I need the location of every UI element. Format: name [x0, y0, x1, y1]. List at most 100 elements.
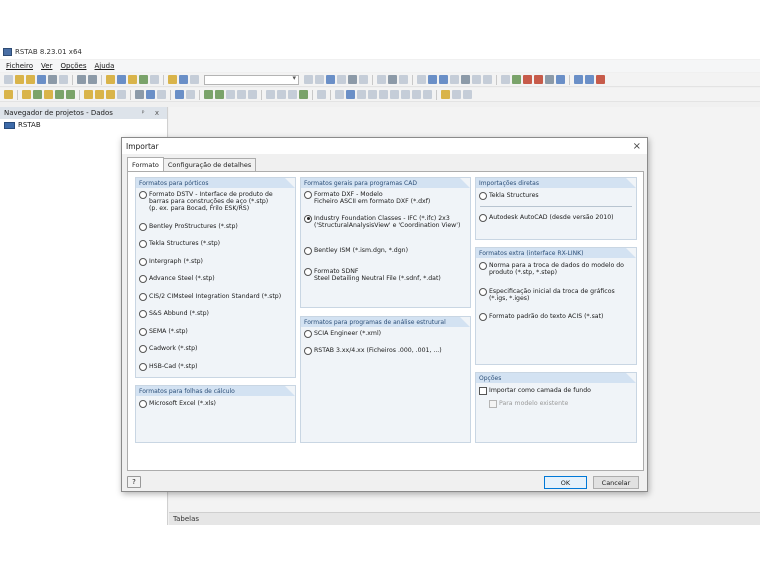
- axis-z-icon[interactable]: [379, 90, 388, 99]
- radio-ifc[interactable]: Industry Foundation Classes - IFC (*.ifc…: [304, 214, 467, 229]
- radio-button[interactable]: [139, 327, 147, 336]
- zoom-icon[interactable]: [117, 75, 126, 84]
- menu-ver[interactable]: Ver: [41, 62, 52, 70]
- radio-button[interactable]: [479, 191, 487, 200]
- close-model-icon[interactable]: [534, 75, 543, 84]
- support-icon[interactable]: [461, 75, 470, 84]
- pencil-icon[interactable]: [106, 75, 115, 84]
- view-z-icon[interactable]: [346, 90, 355, 99]
- results-toggle-icon[interactable]: [299, 90, 308, 99]
- radio-button[interactable]: [139, 257, 147, 266]
- radio-dxf[interactable]: Formato DXF - Modelo Ficheiro ASCII em f…: [304, 190, 467, 205]
- radio-step[interactable]: Norma para a troca de dados do modelo do…: [479, 261, 633, 276]
- ok-button[interactable]: OK: [544, 476, 587, 489]
- radio-button[interactable]: [139, 292, 147, 301]
- radio-button[interactable]: [139, 274, 147, 283]
- radio-button[interactable]: [479, 312, 487, 321]
- delete-icon[interactable]: [523, 75, 532, 84]
- radio-button[interactable]: [139, 344, 147, 353]
- cable-icon[interactable]: [55, 90, 64, 99]
- copy-icon[interactable]: [150, 75, 159, 84]
- import-icon[interactable]: [585, 75, 594, 84]
- frame-icon[interactable]: [146, 90, 155, 99]
- edit-icon[interactable]: [157, 90, 166, 99]
- radio-button[interactable]: [139, 309, 147, 318]
- new-file-icon[interactable]: [4, 75, 13, 84]
- model-icon[interactable]: [439, 75, 448, 84]
- radio-advance-steel[interactable]: Advance Steel (*.stp): [139, 274, 292, 283]
- deform-icon[interactable]: [359, 75, 368, 84]
- cancel-button[interactable]: Cancelar: [593, 476, 639, 489]
- section-icon[interactable]: [348, 75, 357, 84]
- calculate-icon[interactable]: [215, 90, 224, 99]
- radio-tekla-direct[interactable]: Tekla Structures: [479, 191, 633, 200]
- radio-button[interactable]: [304, 329, 312, 338]
- undo-icon[interactable]: [77, 75, 86, 84]
- calc-icon[interactable]: [135, 90, 144, 99]
- next-icon[interactable]: [315, 75, 324, 84]
- radio-button[interactable]: [304, 346, 312, 355]
- radio-hsb-cad[interactable]: HSB-Cad (*.stp): [139, 362, 292, 371]
- rotate-icon[interactable]: [501, 75, 510, 84]
- radio-button[interactable]: [139, 362, 147, 371]
- info-icon[interactable]: [556, 75, 565, 84]
- dim-icon[interactable]: [266, 90, 275, 99]
- menu-opcoes[interactable]: Opções: [60, 62, 86, 70]
- menu-ajuda[interactable]: Ajuda: [95, 62, 115, 70]
- hinge-icon[interactable]: [472, 75, 481, 84]
- radio-bentley-ism[interactable]: Bentley ISM (*.ism.dgn, *.dgn): [304, 246, 467, 255]
- preview-icon[interactable]: [59, 75, 68, 84]
- load-icon[interactable]: [84, 90, 93, 99]
- member-icon[interactable]: [450, 75, 459, 84]
- hatch-icon[interactable]: [277, 90, 286, 99]
- radio-button[interactable]: [139, 222, 147, 231]
- scale-icon[interactable]: [441, 90, 450, 99]
- radio-ss-abbund[interactable]: S&S Abbund (*.stp): [139, 309, 292, 318]
- grid-icon[interactable]: [168, 75, 177, 84]
- radio-button-selected[interactable]: [304, 214, 312, 223]
- tree-item-rstab[interactable]: RSTAB: [4, 121, 163, 129]
- snap-icon[interactable]: [288, 90, 297, 99]
- units-icon[interactable]: [452, 90, 461, 99]
- loads-icon[interactable]: [128, 75, 137, 84]
- radio-button[interactable]: [139, 190, 147, 199]
- export-icon[interactable]: [574, 75, 583, 84]
- show-icon[interactable]: [377, 75, 386, 84]
- coord-icon[interactable]: [335, 90, 344, 99]
- radio-acis[interactable]: Formato padrão do texto ACIS (*.sat): [479, 312, 633, 321]
- window-icon[interactable]: [399, 75, 408, 84]
- axis-x-icon[interactable]: [357, 90, 366, 99]
- radio-cis2[interactable]: CIS/2 CIMsteel Integration Standard (*.s…: [139, 292, 292, 301]
- check-icon[interactable]: [204, 90, 213, 99]
- moment-x-icon[interactable]: [390, 90, 399, 99]
- radio-button[interactable]: [304, 267, 312, 276]
- graph-icon[interactable]: [237, 90, 246, 99]
- layers-icon[interactable]: [463, 90, 472, 99]
- window2-icon[interactable]: [248, 90, 257, 99]
- checkbox[interactable]: [479, 387, 487, 395]
- axes-icon[interactable]: [388, 75, 397, 84]
- radio-dstv[interactable]: Formato DSTV - Interface de produto de b…: [139, 190, 292, 213]
- settings-icon[interactable]: [545, 75, 554, 84]
- node-icon[interactable]: [4, 90, 13, 99]
- tab-formato[interactable]: Formato: [127, 157, 164, 171]
- print-icon[interactable]: [48, 75, 57, 84]
- open-folder-icon[interactable]: [15, 75, 24, 84]
- tab-configuracao[interactable]: Configuração de detalhes: [162, 158, 257, 171]
- compare-icon[interactable]: [226, 90, 235, 99]
- options-icon[interactable]: [186, 90, 195, 99]
- beam-icon[interactable]: [33, 90, 42, 99]
- load-case-combo[interactable]: [204, 74, 299, 85]
- radio-autocad[interactable]: Autodesk AutoCAD (desde versão 2010): [479, 213, 633, 222]
- support-view-icon[interactable]: [423, 90, 432, 99]
- radio-button[interactable]: [139, 399, 147, 408]
- help-button[interactable]: ?: [127, 476, 141, 488]
- axis-y-icon[interactable]: [368, 90, 377, 99]
- save-icon[interactable]: [37, 75, 46, 84]
- results-icon[interactable]: [139, 75, 148, 84]
- display-icon[interactable]: [175, 90, 184, 99]
- moment-z-icon[interactable]: [412, 90, 421, 99]
- truss-icon[interactable]: [44, 90, 53, 99]
- palette-icon[interactable]: [317, 90, 326, 99]
- select-icon[interactable]: [428, 75, 437, 84]
